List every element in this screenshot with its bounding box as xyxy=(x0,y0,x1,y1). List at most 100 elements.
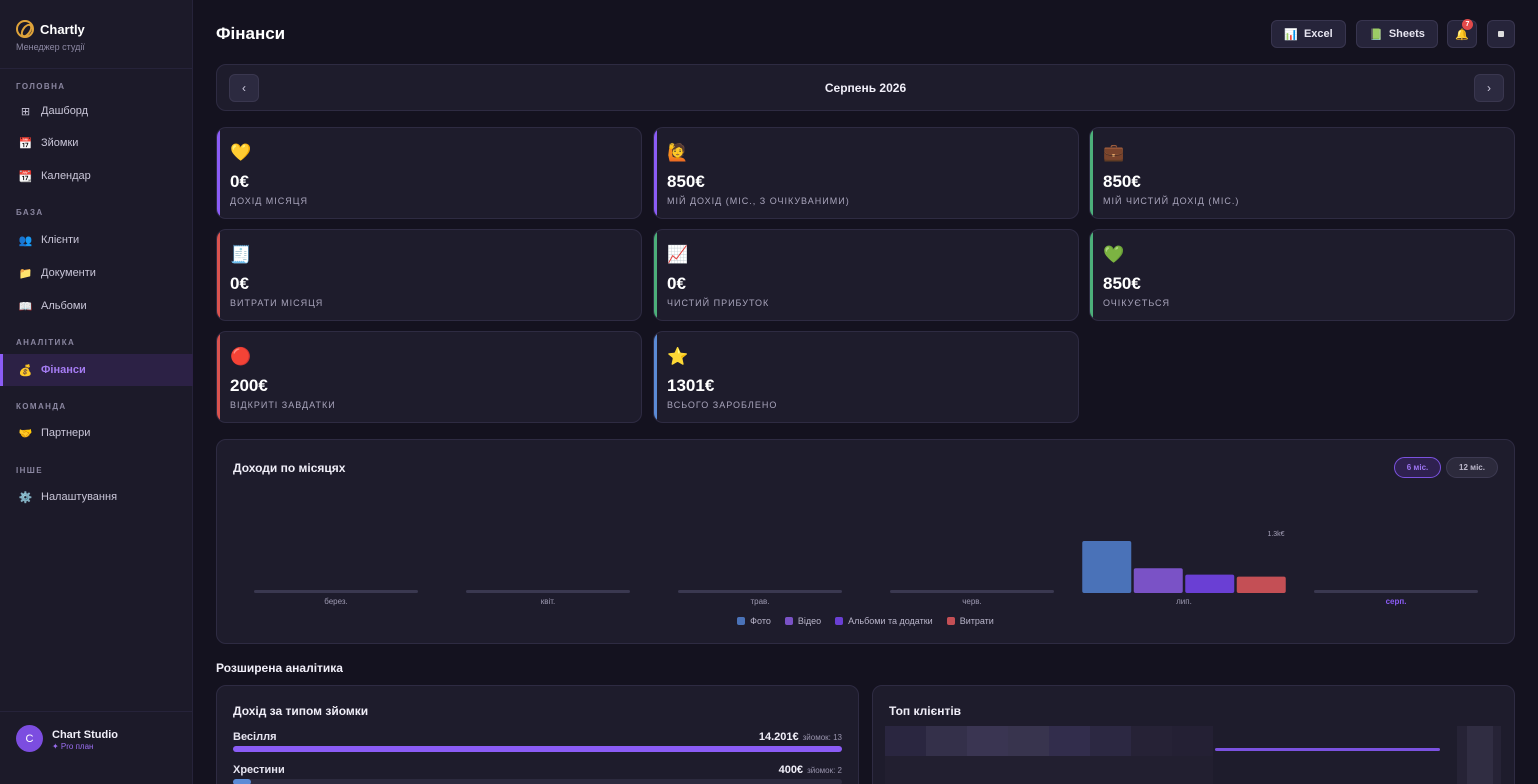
calendar-icon: 📆 xyxy=(18,170,33,183)
sidebar-item-albums[interactable]: 📖 Альбоми xyxy=(0,290,193,322)
sidebar-item-label: Календар xyxy=(41,170,91,182)
month-switcher: ‹ Серпень 2026 › xyxy=(216,64,1515,111)
stat-emoji-icon: 💼 xyxy=(1103,143,1125,162)
heatmap-cell xyxy=(885,756,926,784)
legend-label: Фото xyxy=(750,616,771,626)
heatmap-cell xyxy=(1049,726,1090,756)
top-clients-title: Топ клієнтів xyxy=(889,704,962,718)
heatmap-cell xyxy=(967,726,1008,756)
bar-3[interactable] xyxy=(1236,576,1286,593)
client-bar xyxy=(1215,748,1440,751)
spreadsheet-icon: 📊 xyxy=(1284,28,1298,41)
clients-icon: 👥 xyxy=(18,234,33,247)
user-name: Chart Studio xyxy=(52,729,118,741)
shoot-type-name: Хрестини xyxy=(233,764,285,776)
heatmap-cell xyxy=(926,726,967,756)
stat-label: Дохід місяця xyxy=(230,196,308,206)
shoot-type-amount: 14.201€ зйомок: 13 xyxy=(759,731,842,743)
theme-toggle-button[interactable] xyxy=(1487,20,1515,48)
shoot-type-name: Весілля xyxy=(233,731,277,743)
stat-accent-bar xyxy=(654,332,657,422)
heatmap-cell xyxy=(1008,756,1049,784)
stat-accent-bar xyxy=(1090,230,1093,320)
brand[interactable]: Chartly Менеджер студії xyxy=(16,20,85,52)
export-sheets-button[interactable]: 📗 Sheets xyxy=(1356,20,1438,48)
stat-emoji-icon: 📈 xyxy=(667,245,689,264)
bar-1[interactable] xyxy=(1133,568,1183,593)
sidebar-item-label: Альбоми xyxy=(41,300,87,312)
stat-card: 🧾 0€ Витрати місяця xyxy=(216,229,642,321)
income-by-type-panel: Дохід за типом зйомки Весілля 14.201€ зйом… xyxy=(216,685,859,784)
legend-item[interactable]: Фото xyxy=(737,616,771,626)
shoot-type-count: зйомок: 13 xyxy=(802,733,842,742)
sidebar-item-partners[interactable]: 🤝 Партнери xyxy=(0,417,193,449)
stat-accent-bar xyxy=(217,128,220,218)
shoot-type-sum: 400€ xyxy=(778,764,804,776)
x-tick-label: черв. xyxy=(962,597,982,606)
legend-swatch xyxy=(835,617,844,625)
sidebar-item-documents[interactable]: 📁 Документи xyxy=(0,257,193,289)
export-sheets-label: Sheets xyxy=(1388,28,1425,40)
stat-card: 💚 850€ Очікується xyxy=(1089,229,1515,321)
bar-data-label: 1.3k€ xyxy=(1267,531,1284,538)
stat-label: Чистий прибуток xyxy=(667,298,770,308)
notifications-button[interactable]: 🔔 7 xyxy=(1447,19,1477,48)
legend-label: Відео xyxy=(797,616,822,626)
bar-0[interactable] xyxy=(1082,541,1132,593)
notification-badge: 7 xyxy=(1462,19,1473,30)
sidebar-item-calendar[interactable]: 📆 Календар xyxy=(0,160,193,192)
shoot-type-progress-track xyxy=(233,779,842,784)
documents-icon: 📁 xyxy=(18,267,33,280)
stat-accent-bar xyxy=(217,230,220,320)
sidebar-item-label: Фінанси xyxy=(41,364,86,376)
stat-value: 850€ xyxy=(1103,274,1141,293)
bar-2[interactable] xyxy=(1185,574,1235,593)
export-excel-button[interactable]: 📊 Excel xyxy=(1271,20,1346,48)
sidebar-item-label: Дашборд xyxy=(41,105,89,117)
legend-label: Витрати xyxy=(959,616,994,626)
heatmap-cell xyxy=(1131,756,1172,784)
shoot-type-progress-fill xyxy=(233,779,252,784)
nav-section-title: КОМАНДА xyxy=(16,402,67,411)
heatmap-cell xyxy=(1049,756,1090,784)
stat-label: Всього зароблено xyxy=(667,400,778,410)
sidebar-item-shoots[interactable]: 📅 Зйомки xyxy=(0,127,193,159)
stat-value: 0€ xyxy=(230,172,249,191)
legend-swatch xyxy=(737,617,746,625)
legend-item[interactable]: Альбоми та додатки xyxy=(835,616,933,626)
stat-value: 1301€ xyxy=(667,376,715,395)
next-month-button[interactable]: › xyxy=(1474,74,1504,102)
heatmap-cell xyxy=(1131,726,1172,756)
user-profile[interactable]: C Chart Studio ✦ Pro план xyxy=(0,711,193,784)
sidebar-item-finance[interactable]: 💰 Фінанси xyxy=(0,354,193,386)
legend-item[interactable]: Відео xyxy=(784,616,822,626)
sidebar-item-label: Клієнти xyxy=(41,234,80,246)
sidebar-item-clients[interactable]: 👥 Клієнти xyxy=(0,224,193,256)
sidebar-item-label: Документи xyxy=(41,267,96,279)
shoot-type-progress-fill xyxy=(233,746,842,752)
stat-accent-bar xyxy=(654,128,657,218)
stat-emoji-icon: 🧾 xyxy=(230,245,252,264)
shoot-type-count: зйомок: 2 xyxy=(807,766,842,775)
chart-legend: Фото Відео Альбоми та додатки Витрати xyxy=(217,616,1514,626)
sidebar-item-settings[interactable]: ⚙️ Налаштування xyxy=(0,481,193,513)
empty-month-bar xyxy=(466,590,630,593)
finance-icon: 💰 xyxy=(18,364,33,377)
legend-item[interactable]: Витрати xyxy=(946,616,994,626)
dashboard-icon: ⊞ xyxy=(20,105,31,118)
stat-emoji-icon: ⭐ xyxy=(667,347,689,366)
income-bar-chart: берез. квіт. трав. черв. 1.3k€ лип. серп. xyxy=(254,531,1478,606)
export-excel-label: Excel xyxy=(1303,28,1333,40)
stat-value: 0€ xyxy=(667,274,686,293)
stat-value: 850€ xyxy=(1103,172,1141,191)
legend-swatch xyxy=(784,617,793,625)
heatmap-cell xyxy=(1008,726,1049,756)
stat-card: 💛 0€ Дохід місяця xyxy=(216,127,642,219)
avatar: C xyxy=(16,725,43,752)
x-tick-label: трав. xyxy=(750,597,769,606)
stat-label: Мій чистий дохід (міс.) xyxy=(1103,196,1240,206)
heatmap-cell xyxy=(967,756,1008,784)
stat-label: Очікується xyxy=(1103,298,1171,308)
sidebar-item-dashboard[interactable]: ⊞ Дашборд xyxy=(0,95,193,127)
stat-value: 200€ xyxy=(230,376,268,395)
